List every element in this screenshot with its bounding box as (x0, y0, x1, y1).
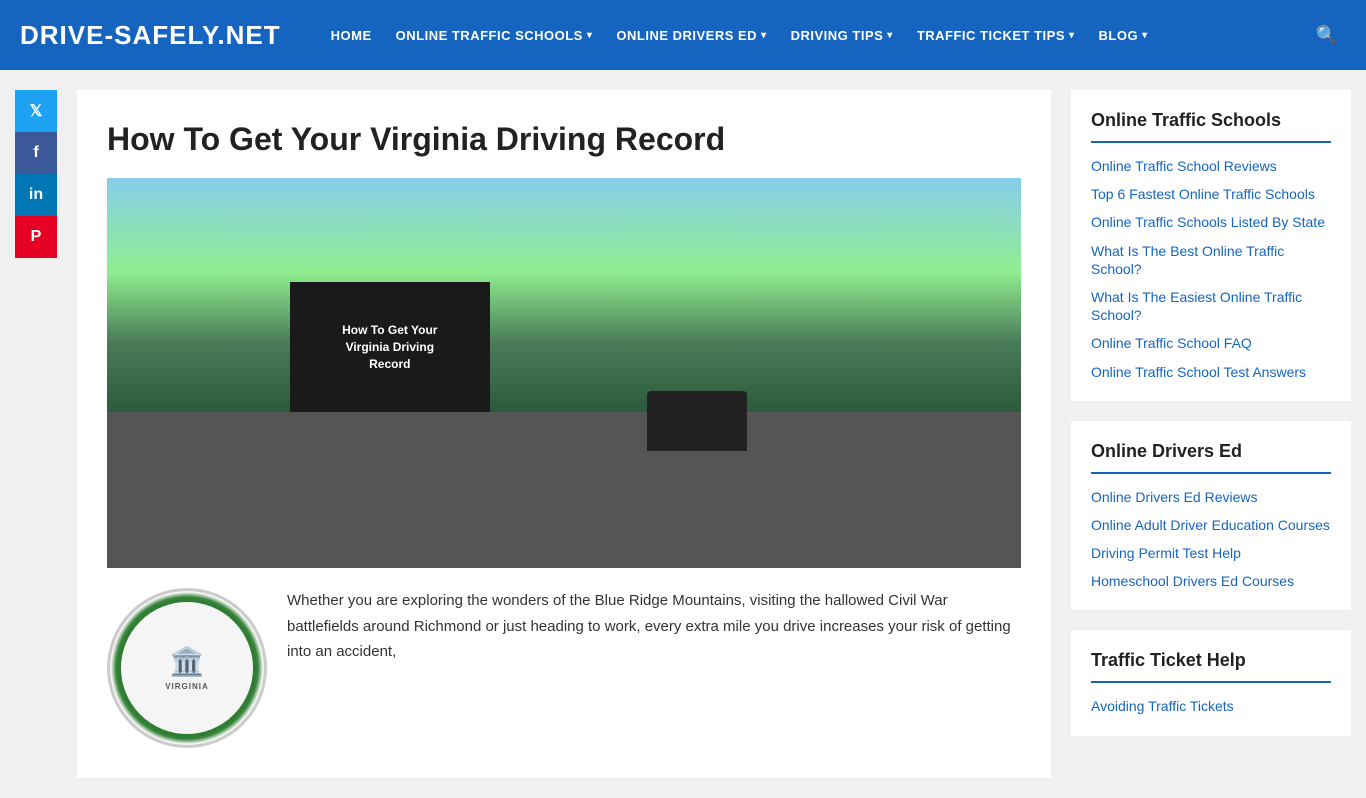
widget-link-reviews[interactable]: Online Traffic School Reviews (1091, 157, 1331, 175)
billboard: How To Get Your Virginia Driving Record (290, 282, 490, 412)
sidebar-widget-online-traffic-schools: Online Traffic Schools Online Traffic Sch… (1071, 90, 1351, 401)
social-btn-facebook[interactable]: f (15, 132, 57, 174)
main-content: How To Get Your Virginia Driving Record … (77, 90, 1051, 778)
widget-link-test-answers[interactable]: Online Traffic School Test Answers (1091, 363, 1331, 381)
page-wrapper: 𝕏finP How To Get Your Virginia Driving R… (0, 70, 1366, 798)
nav-item-online-traffic-schools[interactable]: ONLINE TRAFFIC SCHOOLS▾ (386, 20, 603, 51)
main-nav: HOMEONLINE TRAFFIC SCHOOLS▾ONLINE DRIVER… (321, 20, 1158, 51)
seal-figure: 🏛️ (170, 644, 205, 680)
truck-illustration (647, 391, 747, 451)
road-scene (107, 178, 1021, 568)
widget-title-traffic-ticket-help: Traffic Ticket Help (1091, 650, 1331, 683)
social-btn-pinterest[interactable]: P (15, 216, 57, 258)
widget-link-adult-driver-ed[interactable]: Online Adult Driver Education Courses (1091, 516, 1331, 534)
billboard-text: How To Get Your Virginia Driving Record (332, 312, 447, 382)
site-logo[interactable]: DRIVE-SAFELY.NET (20, 20, 281, 51)
mountain-bg (107, 178, 1021, 412)
site-header: DRIVE-SAFELY.NET HOMEONLINE TRAFFIC SCHO… (0, 0, 1366, 70)
widget-link-drivers-ed-reviews[interactable]: Online Drivers Ed Reviews (1091, 488, 1331, 506)
widget-links-traffic-ticket-help: Avoiding Traffic Tickets (1091, 697, 1331, 715)
nav-chevron-online-traffic-schools: ▾ (587, 30, 593, 41)
nav-item-traffic-ticket-tips[interactable]: TRAFFIC TICKET TIPS▾ (907, 20, 1085, 51)
seal-inner: 🏛️ VIRGINIA (117, 598, 257, 738)
article-title: How To Get Your Virginia Driving Record (107, 120, 1021, 158)
article-hero-wrapper: How To Get Your Virginia Driving Record (107, 178, 1021, 568)
widget-links-online-traffic-schools: Online Traffic School Reviews Top 6 Faste… (1091, 157, 1331, 381)
nav-chevron-driving-tips: ▾ (887, 30, 893, 41)
road (107, 412, 1021, 568)
sidebar-widget-online-drivers-ed: Online Drivers Ed Online Drivers Ed Revie… (1071, 421, 1351, 611)
article-hero-image: How To Get Your Virginia Driving Record (107, 178, 1021, 568)
right-sidebar: Online Traffic Schools Online Traffic Sch… (1071, 90, 1351, 778)
nav-item-online-drivers-ed[interactable]: ONLINE DRIVERS ED▾ (606, 20, 776, 51)
nav-chevron-blog: ▾ (1142, 30, 1148, 41)
widget-link-homeschool[interactable]: Homeschool Drivers Ed Courses (1091, 572, 1331, 590)
virginia-seal: 🏛️ VIRGINIA (107, 588, 267, 748)
widget-link-fastest[interactable]: Top 6 Fastest Online Traffic Schools (1091, 185, 1331, 203)
nav-item-driving-tips[interactable]: DRIVING TIPS▾ (781, 20, 903, 51)
nav-item-blog[interactable]: BLOG▾ (1089, 20, 1158, 51)
social-btn-linkedin[interactable]: in (15, 174, 57, 216)
widget-link-best[interactable]: What Is The Best Online Traffic School? (1091, 242, 1331, 278)
nav-chevron-traffic-ticket-tips: ▾ (1069, 30, 1075, 41)
seal-label: VIRGINIA (165, 682, 209, 692)
social-sidebar: 𝕏finP (15, 90, 57, 258)
social-btn-twitter[interactable]: 𝕏 (15, 90, 57, 132)
widget-link-avoiding-tickets[interactable]: Avoiding Traffic Tickets (1091, 697, 1331, 715)
nav-item-home[interactable]: HOME (321, 20, 382, 51)
widget-links-online-drivers-ed: Online Drivers Ed Reviews Online Adult Dr… (1091, 488, 1331, 591)
sidebar-widget-traffic-ticket-help: Traffic Ticket Help Avoiding Traffic Tick… (1071, 630, 1351, 735)
nav-chevron-online-drivers-ed: ▾ (761, 30, 767, 41)
widget-title-online-drivers-ed: Online Drivers Ed (1091, 441, 1331, 474)
widget-link-by-state[interactable]: Online Traffic Schools Listed By State (1091, 213, 1331, 231)
widget-link-permit-test[interactable]: Driving Permit Test Help (1091, 544, 1331, 562)
article-body-section: 🏛️ VIRGINIA Whether you are exploring th… (107, 588, 1021, 748)
search-icon[interactable]: 🔍 (1308, 17, 1346, 54)
article-intro-text: Whether you are exploring the wonders of… (287, 588, 1021, 665)
widget-link-faq[interactable]: Online Traffic School FAQ (1091, 334, 1331, 352)
widget-link-easiest[interactable]: What Is The Easiest Online Traffic Schoo… (1091, 288, 1331, 324)
widget-title-online-traffic-schools: Online Traffic Schools (1091, 110, 1331, 143)
